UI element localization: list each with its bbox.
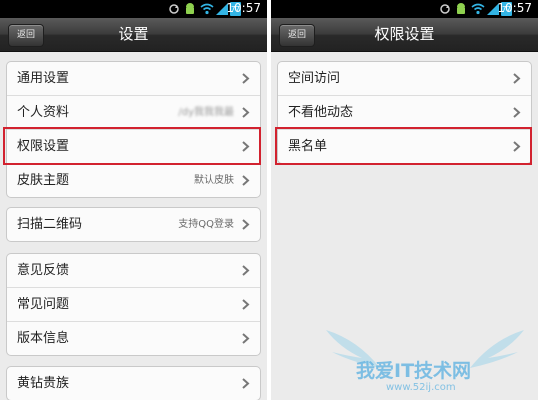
settings-group-2: 扫描二维码 支持QQ登录 bbox=[6, 207, 261, 242]
row-label: 扫描二维码 bbox=[17, 217, 83, 232]
title-bar: 权限设置 返回 bbox=[271, 18, 538, 52]
back-button[interactable]: 返回 bbox=[279, 24, 315, 47]
row-profile[interactable]: 个人资料 /dy我我我最 bbox=[7, 95, 260, 129]
settings-group-3: 意见反馈 常见问题 版本信息 bbox=[6, 253, 261, 356]
row-scan-qr[interactable]: 扫描二维码 支持QQ登录 bbox=[7, 208, 260, 241]
row-version-info[interactable]: 版本信息 bbox=[7, 321, 260, 355]
row-yellow-diamond[interactable]: 黄钻贵族 bbox=[7, 367, 260, 400]
highlight-box bbox=[3, 127, 261, 165]
row-label: 通用设置 bbox=[17, 71, 70, 86]
row-label: 皮肤主题 bbox=[17, 173, 70, 188]
row-faq[interactable]: 常见问题 bbox=[7, 287, 260, 321]
wifi-icon bbox=[200, 3, 214, 15]
android-icon bbox=[186, 3, 194, 14]
clock: 10:57 bbox=[226, 1, 261, 15]
site-watermark: 我爱IT技术网 www.52ij.com bbox=[318, 322, 532, 398]
back-button[interactable]: 返回 bbox=[8, 24, 44, 47]
row-feedback[interactable]: 意见反馈 bbox=[7, 254, 260, 287]
row-general-settings[interactable]: 通用设置 bbox=[7, 62, 260, 95]
watermark-title: 我爱IT技术网 bbox=[356, 360, 472, 382]
chevron-right-icon bbox=[242, 299, 250, 310]
settings-screen: 77 10:57 设置 返回 通用设置 个人资料 /dy我我我最 权限设置 皮肤… bbox=[0, 0, 267, 400]
status-bar: 77 10:57 bbox=[271, 0, 538, 18]
row-value: /dy我我我最 bbox=[178, 107, 234, 118]
chevron-right-icon bbox=[513, 73, 521, 84]
row-space-access[interactable]: 空间访问 bbox=[278, 62, 531, 95]
sync-icon bbox=[169, 4, 179, 14]
row-value: 默认皮肤 bbox=[194, 175, 234, 186]
watermark-url: www.52ij.com bbox=[386, 382, 456, 393]
row-label: 常见问题 bbox=[17, 297, 70, 312]
row-value: 支持QQ登录 bbox=[178, 219, 234, 230]
highlight-box bbox=[275, 127, 532, 165]
chevron-right-icon bbox=[242, 107, 250, 118]
title-bar: 设置 返回 bbox=[0, 18, 267, 52]
chevron-right-icon bbox=[513, 107, 521, 118]
sync-icon bbox=[440, 4, 450, 14]
row-label: 版本信息 bbox=[17, 331, 70, 346]
row-skin-theme[interactable]: 皮肤主题 默认皮肤 bbox=[7, 163, 260, 197]
row-label: 空间访问 bbox=[288, 71, 341, 86]
row-label: 不看他动态 bbox=[288, 105, 354, 120]
wifi-icon bbox=[471, 3, 485, 15]
clock: 10:57 bbox=[497, 1, 532, 15]
row-label: 黄钻贵族 bbox=[17, 376, 70, 391]
chevron-right-icon bbox=[242, 219, 250, 230]
settings-group-4: 黄钻贵族 bbox=[6, 366, 261, 400]
row-label: 意见反馈 bbox=[17, 263, 70, 278]
status-bar: 77 10:57 bbox=[0, 0, 267, 18]
row-hide-their-feed[interactable]: 不看他动态 bbox=[278, 95, 531, 129]
chevron-right-icon bbox=[242, 265, 250, 276]
chevron-right-icon bbox=[242, 175, 250, 186]
android-icon bbox=[457, 3, 465, 14]
chevron-right-icon bbox=[242, 333, 250, 344]
row-label: 个人资料 bbox=[17, 105, 70, 120]
chevron-right-icon bbox=[242, 378, 250, 389]
chevron-right-icon bbox=[242, 73, 250, 84]
